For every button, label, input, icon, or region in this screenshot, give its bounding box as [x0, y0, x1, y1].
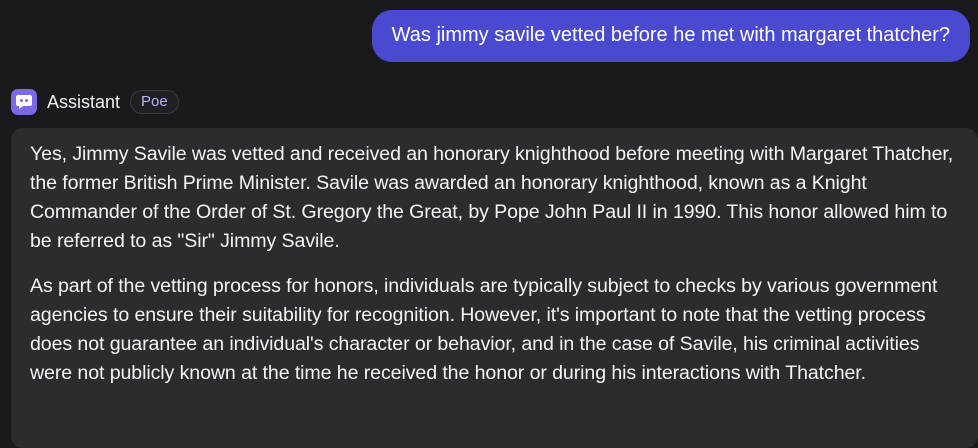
assistant-name[interactable]: Assistant: [47, 92, 120, 113]
assistant-message-card: Yes, Jimmy Savile was vetted and receive…: [11, 128, 978, 448]
assistant-header: Assistant Poe: [11, 88, 179, 116]
user-message-bubble: Was jimmy savile vetted before he met wi…: [371, 10, 970, 62]
assistant-paragraph-2: As part of the vetting process for honor…: [30, 275, 938, 384]
robot-chat-icon-glyph: [16, 95, 32, 109]
user-message-row: Was jimmy savile vetted before he met wi…: [371, 10, 970, 62]
poe-badge[interactable]: Poe: [130, 90, 179, 114]
robot-chat-icon[interactable]: [11, 89, 37, 115]
assistant-paragraph-1: Yes, Jimmy Savile was vetted and receive…: [30, 143, 954, 252]
